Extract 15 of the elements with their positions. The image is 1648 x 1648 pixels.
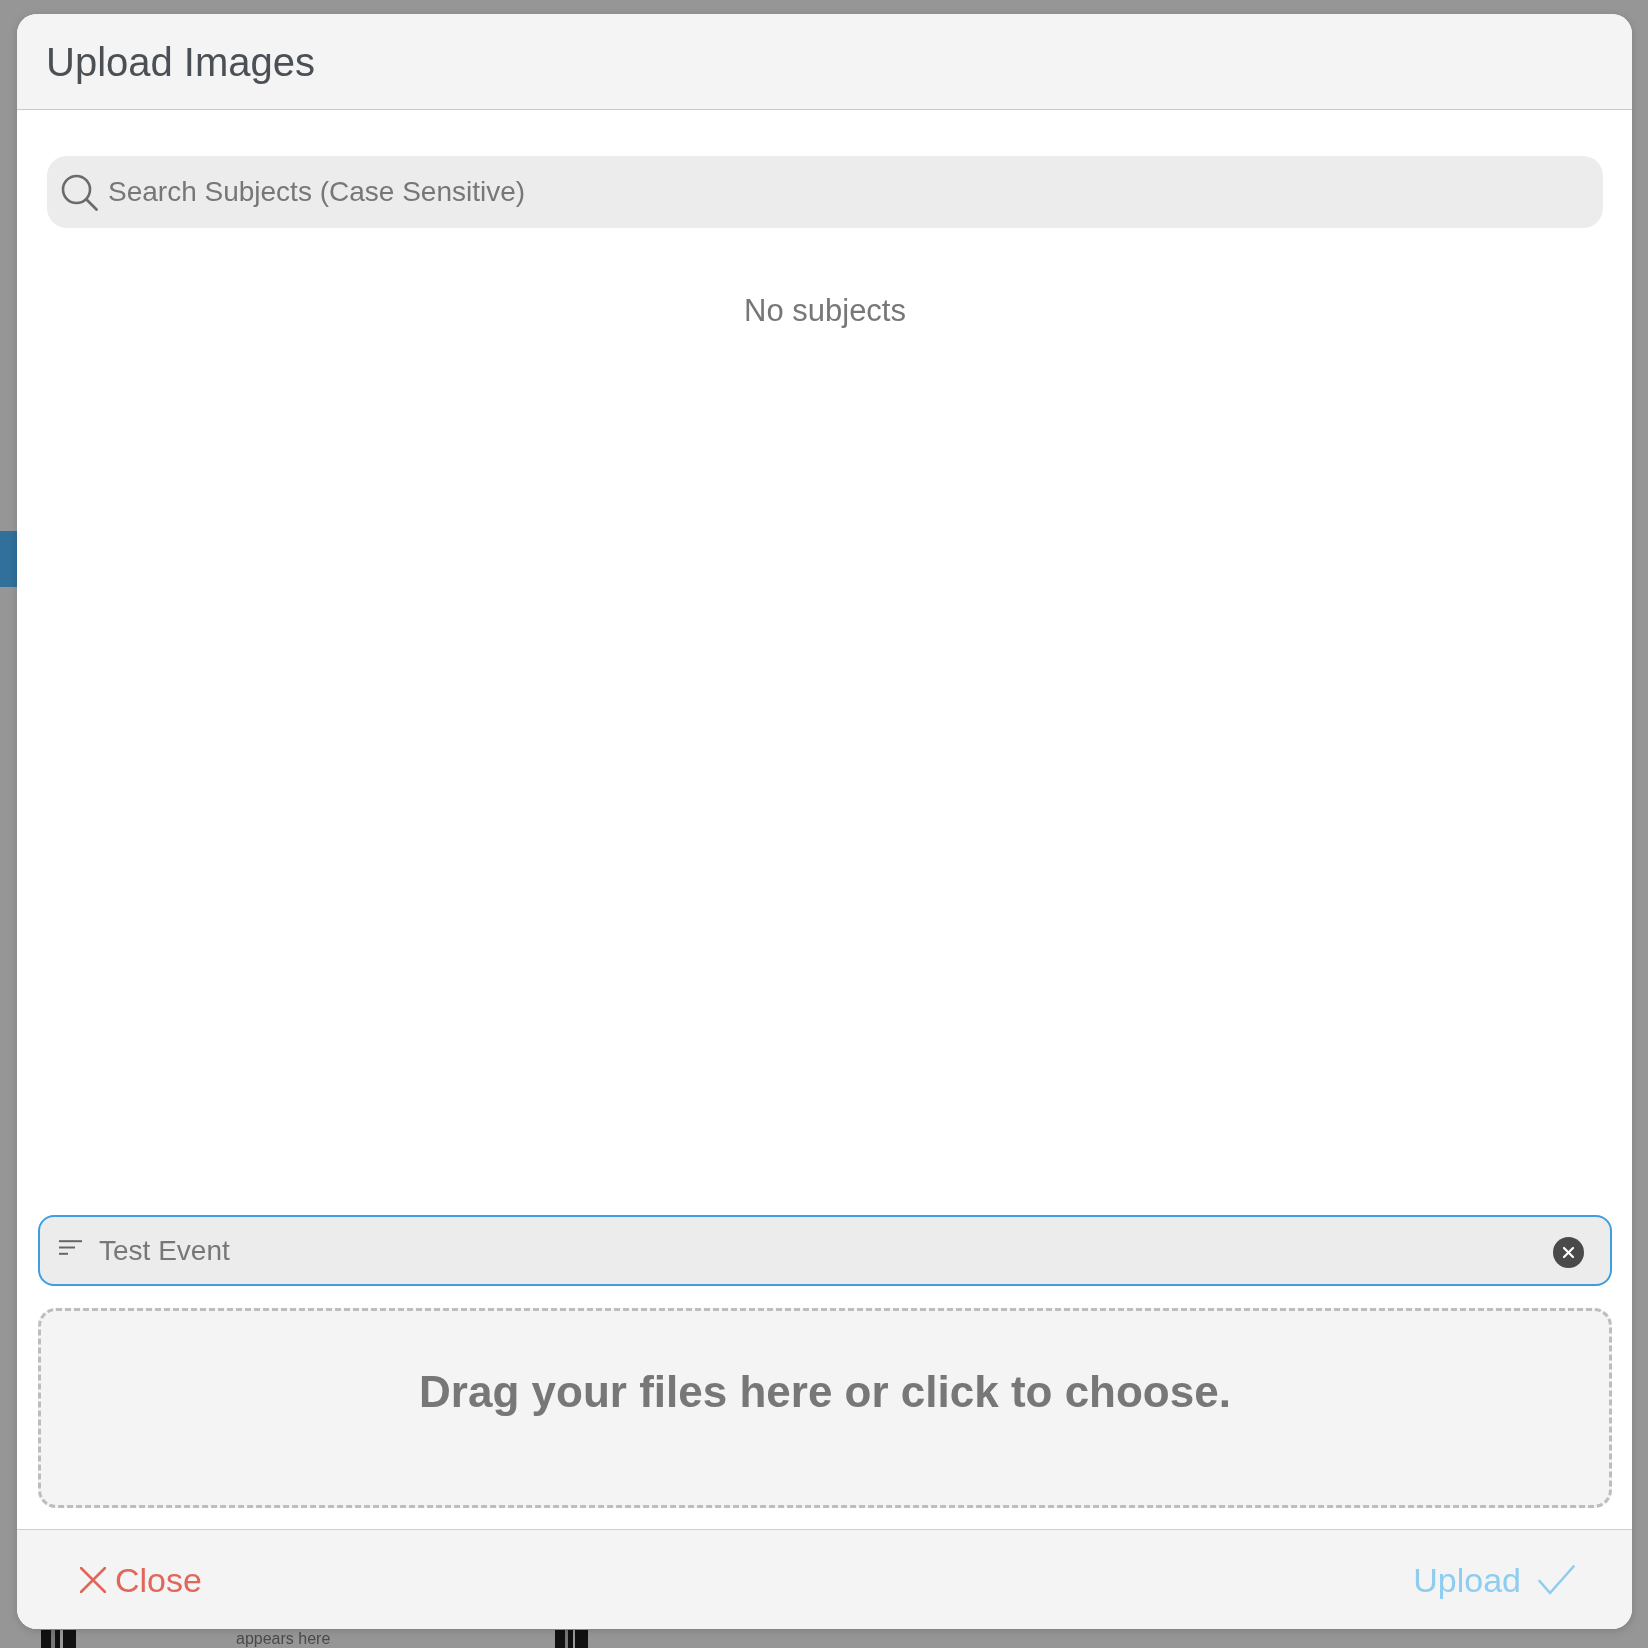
close-button[interactable]: Close — [80, 1559, 202, 1600]
file-dropzone[interactable]: Drag your files here or click to choose. — [38, 1308, 1612, 1508]
backdrop-text: appears here — [236, 1630, 331, 1648]
image-edge — [41, 1630, 76, 1648]
filter-lines-icon — [59, 1240, 82, 1255]
empty-message: No subjects — [743, 292, 907, 330]
clear-icon[interactable] — [1553, 1237, 1584, 1268]
search-field[interactable]: Search Subjects (Case Sensitive) — [47, 156, 1603, 228]
search-icon — [61, 174, 98, 211]
event-field[interactable]: Test Event — [38, 1215, 1612, 1286]
dialog-title: Upload Images — [46, 38, 316, 86]
page-button-edge — [0, 531, 17, 587]
image-edge — [555, 1630, 588, 1648]
check-icon — [1538, 1564, 1575, 1595]
close-icon — [80, 1566, 106, 1593]
